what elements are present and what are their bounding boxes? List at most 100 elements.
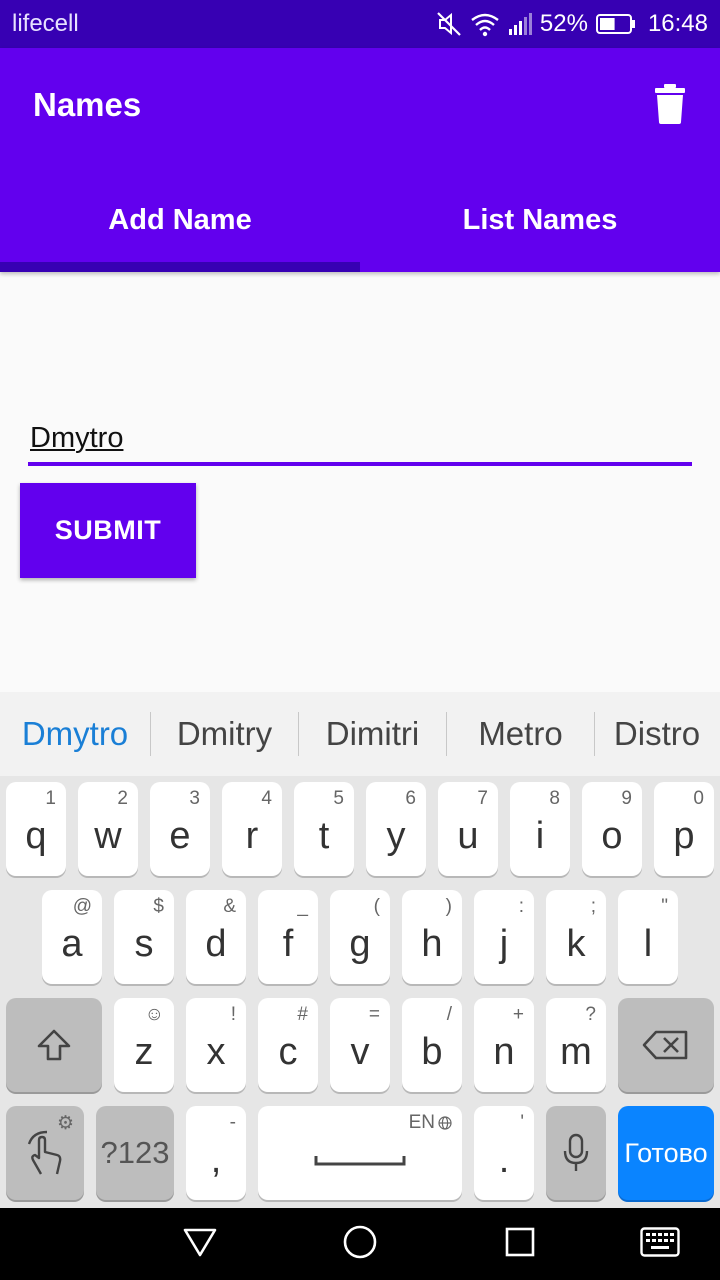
key-label: r: [245, 814, 259, 857]
battery-icon: [595, 13, 636, 35]
symbols-key-label: ?123: [100, 1135, 170, 1170]
key-y[interactable]: 6y: [366, 782, 426, 876]
key-label: a: [61, 922, 83, 965]
key-label: o: [601, 814, 623, 857]
suggestion-item[interactable]: Dmitry: [151, 692, 298, 776]
submit-button[interactable]: SUBMIT: [20, 483, 196, 578]
key-e[interactable]: 3e: [150, 782, 210, 876]
key-x[interactable]: ! x: [186, 998, 246, 1092]
home-button[interactable]: [340, 1224, 380, 1264]
key-l[interactable]: " l: [618, 890, 678, 984]
signal-icon: [508, 12, 532, 36]
key-q[interactable]: 1q: [6, 782, 66, 876]
key-label: u: [457, 814, 479, 857]
tab-list-names[interactable]: List Names: [360, 168, 720, 272]
comma-key[interactable]: - ,: [186, 1106, 246, 1200]
backspace-key[interactable]: [618, 998, 714, 1092]
key-r[interactable]: 4r: [222, 782, 282, 876]
key-b[interactable]: / b: [402, 998, 462, 1092]
key-label: m: [560, 1030, 592, 1073]
key-label: h: [421, 922, 443, 965]
key-u[interactable]: 7u: [438, 782, 498, 876]
screen: lifecell 52% 16:48 Names Add Name List N…: [0, 0, 720, 1280]
key-m[interactable]: ? m: [546, 998, 606, 1092]
back-icon: [182, 1226, 218, 1263]
key-k[interactable]: ; k: [546, 890, 606, 984]
key-label: p: [673, 814, 695, 857]
key-i[interactable]: 8i: [510, 782, 570, 876]
key-label: x: [206, 1030, 226, 1073]
key-label: v: [350, 1030, 370, 1073]
home-icon: [342, 1224, 378, 1265]
suggestion-item[interactable]: Distro: [595, 692, 719, 776]
suggestion-item[interactable]: Dimitri: [299, 692, 446, 776]
key-g[interactable]: (g: [330, 890, 390, 984]
swipe-hand-icon: [6, 1106, 84, 1200]
comma-key-label: ,: [210, 1138, 222, 1181]
key-label: c: [278, 1030, 298, 1073]
symbols-key[interactable]: ?123: [96, 1106, 174, 1200]
tab-add-name[interactable]: Add Name: [0, 168, 360, 272]
microphone-icon: [546, 1106, 606, 1200]
key-label: f: [282, 922, 294, 965]
key-label: l: [643, 922, 653, 965]
done-key-label: Готово: [624, 1137, 708, 1168]
done-key[interactable]: Готово: [618, 1106, 714, 1200]
key-label: n: [493, 1030, 515, 1073]
wifi-icon: [470, 11, 500, 37]
key-label: t: [318, 814, 330, 857]
key-c[interactable]: # c: [258, 998, 318, 1092]
navigation-bar: [0, 1208, 720, 1280]
status-icons: 52% 16:48: [436, 8, 708, 40]
shift-icon: [6, 998, 102, 1092]
name-input[interactable]: [28, 414, 692, 466]
key-o[interactable]: 9o: [582, 782, 642, 876]
tab-bar: Add Name List Names: [0, 168, 720, 272]
key-s[interactable]: $ s: [114, 890, 174, 984]
key-n[interactable]: + n: [474, 998, 534, 1092]
recents-icon: [504, 1226, 536, 1263]
key-label: b: [421, 1030, 443, 1073]
key-z[interactable]: ☺ z: [114, 998, 174, 1092]
keyboard: ⚙ ?123 - , EN ' . Готово 1 q 2 w 3 e 4 r…: [0, 776, 720, 1208]
keyboard-icon: [640, 1226, 680, 1262]
gesture-key[interactable]: ⚙: [6, 1106, 84, 1200]
suggestion-item[interactable]: Metro: [447, 692, 594, 776]
suggestion-item[interactable]: Dmytro: [0, 692, 150, 776]
period-key-label: .: [498, 1138, 510, 1181]
backspace-icon: [618, 998, 714, 1092]
tab-indicator: [0, 262, 360, 272]
back-button[interactable]: [180, 1224, 220, 1264]
key-label: y: [386, 814, 406, 857]
key-t[interactable]: 5t: [294, 782, 354, 876]
key-w[interactable]: 2w: [78, 782, 138, 876]
battery-percent: 52%: [539, 10, 588, 37]
key-label: q: [25, 814, 47, 857]
key-v[interactable]: = v: [330, 998, 390, 1092]
key-label: j: [499, 922, 509, 965]
space-key[interactable]: EN: [258, 1106, 462, 1200]
key-label: k: [566, 922, 586, 965]
shift-key[interactable]: [6, 998, 102, 1092]
key-label: i: [535, 814, 545, 857]
key-label: d: [205, 922, 227, 965]
period-key[interactable]: ' .: [474, 1106, 534, 1200]
voice-input-key[interactable]: [546, 1106, 606, 1200]
mute-icon: [436, 11, 462, 37]
clock: 16:48: [647, 10, 708, 37]
key-label: e: [169, 814, 191, 857]
trash-icon: [654, 83, 686, 129]
app-title: Names: [33, 86, 142, 123]
keyboard-switch-button[interactable]: [640, 1224, 680, 1264]
key-a[interactable]: @ a: [42, 890, 102, 984]
key-j[interactable]: :j: [474, 890, 534, 984]
space-bar-icon: [258, 1106, 462, 1200]
key-p[interactable]: 0p: [654, 782, 714, 876]
delete-all-button[interactable]: [640, 76, 700, 136]
key-label: g: [349, 922, 371, 965]
key-d[interactable]: & d: [186, 890, 246, 984]
carrier-label: lifecell: [12, 10, 79, 37]
key-h[interactable]: ) h: [402, 890, 462, 984]
key-f[interactable]: _ f: [258, 890, 318, 984]
recents-button[interactable]: [500, 1224, 540, 1264]
